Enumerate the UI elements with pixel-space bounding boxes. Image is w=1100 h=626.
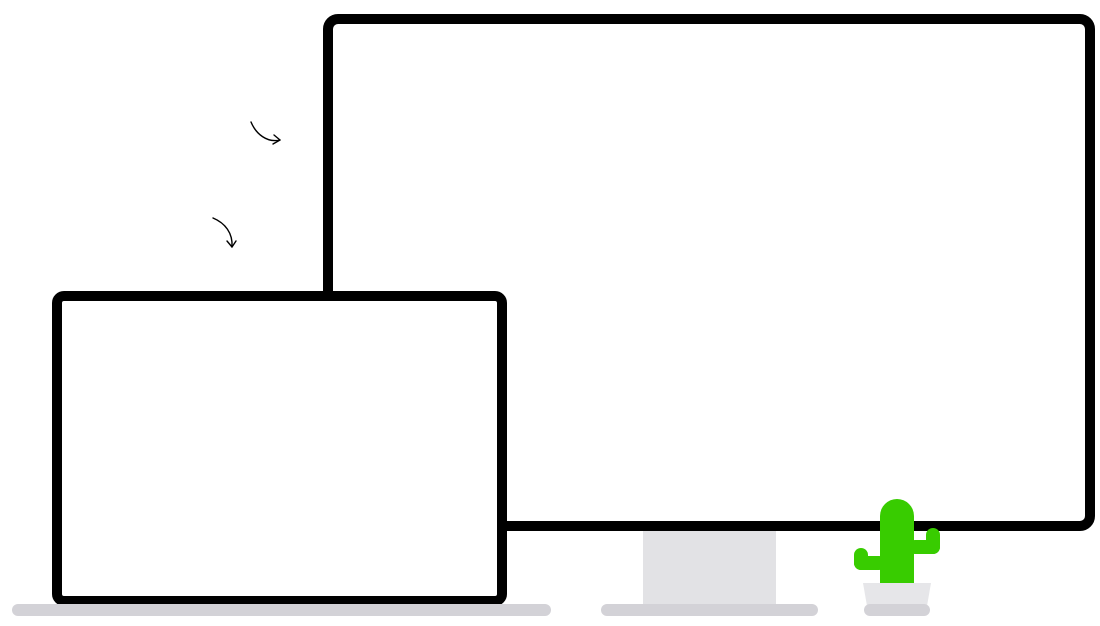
- laptop-icon: [12, 291, 551, 616]
- cactus-pot-rim: [864, 604, 930, 616]
- lower-curved-arrow-icon: [212, 217, 237, 248]
- cactus-pot: [863, 583, 931, 606]
- device-mockup-illustration: [12, 14, 1095, 616]
- laptop-screen: [52, 291, 507, 606]
- monitor-base: [601, 604, 818, 616]
- device-mockup-scene: [0, 0, 1100, 626]
- monitor-stand: [643, 527, 776, 606]
- upper-curved-arrow-icon: [250, 121, 281, 145]
- laptop-base: [12, 604, 551, 616]
